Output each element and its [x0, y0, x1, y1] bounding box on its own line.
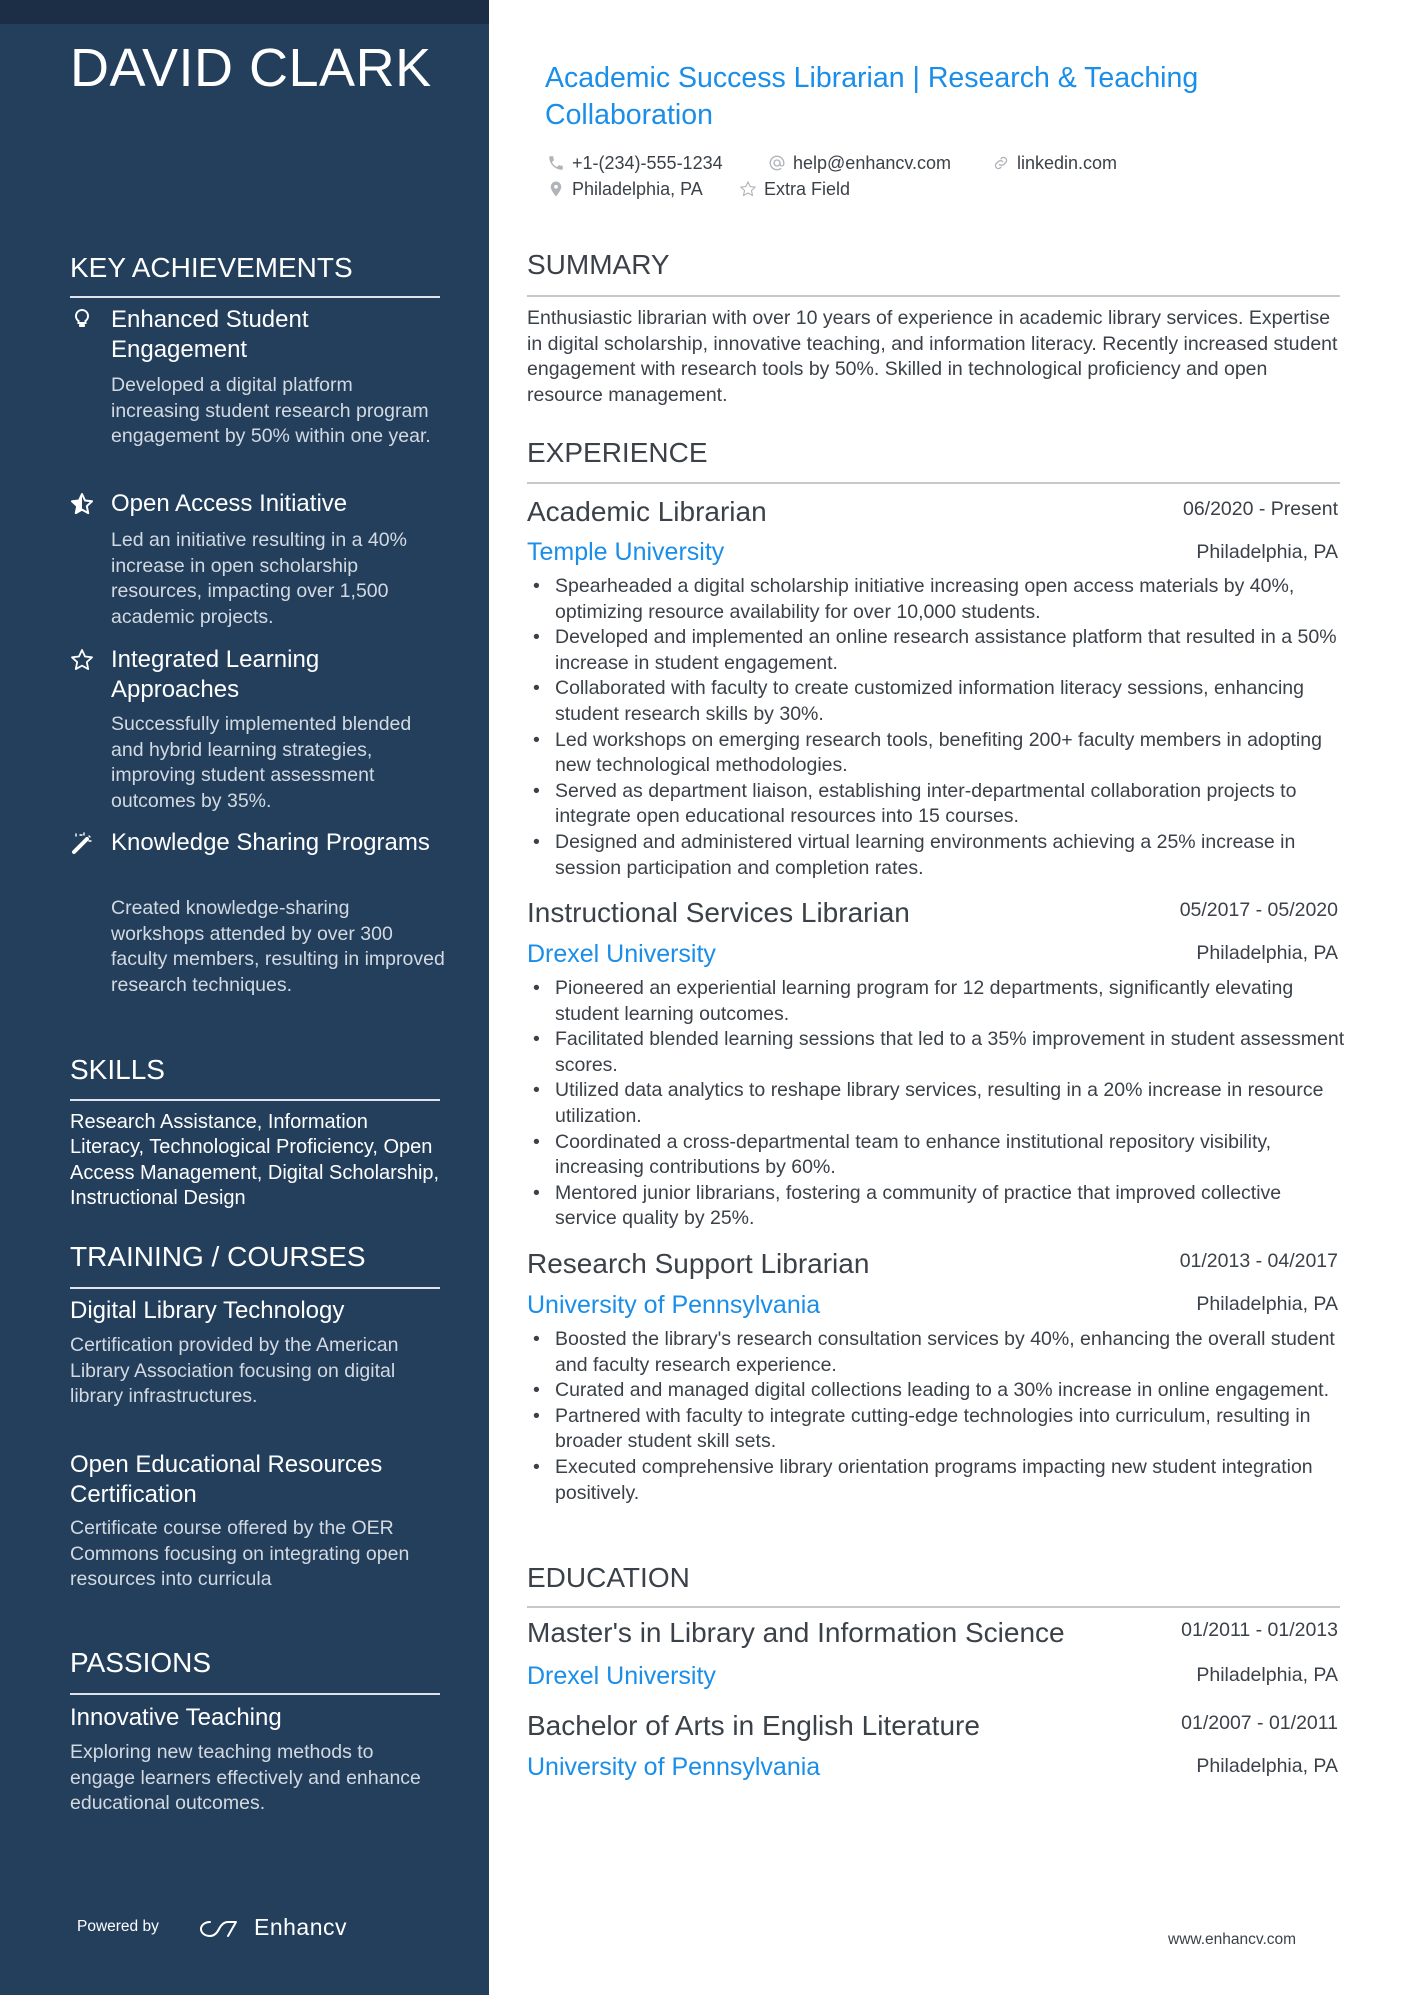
passion-description: Exploring new teaching methods to engage… [70, 1741, 421, 1814]
bullet-item: Mentored junior librarians, fostering a … [527, 1181, 1347, 1232]
star-outline-icon [71, 649, 93, 670]
job-location: Philadelphia, PA [1196, 942, 1338, 964]
achievement-title: Enhanced Student Engagement [111, 306, 309, 363]
bullet-item: Curated and managed digital collections … [527, 1378, 1347, 1404]
section-divider [527, 1606, 1340, 1608]
passions-heading: PASSIONS [70, 1647, 212, 1678]
contact-location: Philadelphia, PA [547, 177, 703, 201]
bullet-item: Developed and implemented an online rese… [527, 625, 1347, 676]
bullet-item: Collaborated with faculty to create cust… [527, 676, 1347, 727]
school-location: Philadelphia, PA [1196, 1755, 1338, 1777]
degree-title: Master's in Library and Information Scie… [527, 1617, 1065, 1648]
powered-by-label: Powered by [77, 1918, 159, 1935]
achievement-description: Created knowledge-sharing workshops atte… [111, 897, 445, 997]
degree-dates: 01/2007 - 01/2011 [1181, 1712, 1338, 1734]
magic-wand-icon [72, 832, 92, 854]
summary-heading: SUMMARY [527, 249, 670, 280]
achievement-description: Successfully implemented blended and hyb… [111, 713, 412, 813]
location-pin-icon [550, 181, 562, 197]
section-divider [70, 1099, 440, 1101]
contact-linkedin[interactable]: linkedin.com [992, 151, 1117, 175]
achievement-title: Knowledge Sharing Programs [111, 829, 430, 856]
job-bullets: Boosted the library's research consultat… [527, 1327, 1347, 1506]
lightbulb-icon [74, 308, 90, 327]
job-organization[interactable]: Drexel University [527, 939, 716, 969]
bullet-item: Executed comprehensive library orientati… [527, 1455, 1347, 1506]
summary-text: Enthusiastic librarian with over 10 year… [527, 307, 1338, 406]
course-description: Certificate course offered by the OER Co… [70, 1517, 410, 1590]
achievement-title: Integrated Learning Approaches [111, 646, 320, 703]
at-icon [769, 155, 785, 171]
job-headline: Academic Success Librarian | Research & … [545, 62, 1199, 131]
top-bar [0, 0, 489, 24]
phone-text: +1-(234)-555-1234 [572, 153, 723, 173]
job-bullets: Pioneered an experiential learning progr… [527, 976, 1347, 1232]
job-dates: 05/2017 - 05/2020 [1179, 899, 1338, 921]
key-achievements-heading: KEY ACHIEVEMENTS [70, 252, 353, 283]
achievement-description: Developed a digital platform increasing … [111, 374, 431, 448]
course-title: Open Educational Resources Certification [70, 1451, 383, 1508]
location-text: Philadelphia, PA [572, 179, 703, 199]
experience-heading: EXPERIENCE [527, 437, 708, 468]
linkedin-text: linkedin.com [1017, 153, 1118, 173]
job-organization[interactable]: Temple University [527, 537, 724, 567]
achievement-description: Led an initiative resulting in a 40% inc… [111, 529, 407, 629]
skills-heading: SKILLS [70, 1054, 165, 1085]
contact-extra: Extra Field [739, 177, 850, 201]
bullet-item: Facilitated blended learning sessions th… [527, 1027, 1347, 1078]
extra-field-text: Extra Field [764, 179, 851, 199]
section-divider [527, 482, 1340, 484]
job-location: Philadelphia, PA [1196, 541, 1338, 563]
link-icon [994, 156, 1008, 170]
job-bullets: Spearheaded a digital scholarship initia… [527, 574, 1347, 881]
job-title: Research Support Librarian [527, 1248, 870, 1279]
passion-title: Innovative Teaching [70, 1704, 282, 1731]
enhancv-logo-icon [200, 1921, 237, 1937]
star-icon [740, 181, 756, 197]
phone-icon [549, 156, 563, 170]
contact-email[interactable]: help@enhancv.com [768, 151, 951, 175]
job-dates: 01/2013 - 04/2017 [1179, 1250, 1338, 1272]
section-divider [70, 1287, 440, 1289]
bullet-item: Coordinated a cross-departmental team to… [527, 1130, 1347, 1181]
skills-list: Research Assistance, Information Literac… [70, 1111, 440, 1209]
school-name[interactable]: University of Pennsylvania [527, 1752, 820, 1782]
email-text: help@enhancv.com [793, 153, 952, 173]
bullet-item: Boosted the library's research consultat… [527, 1327, 1347, 1378]
school-location: Philadelphia, PA [1196, 1664, 1338, 1686]
footer-url[interactable]: www.enhancv.com [1168, 1931, 1296, 1949]
achievement-title: Open Access Initiative [111, 490, 348, 517]
section-divider [527, 295, 1340, 297]
job-title: Instructional Services Librarian [527, 897, 910, 928]
bullet-item: Partnered with faculty to integrate cutt… [527, 1404, 1347, 1455]
job-organization[interactable]: University of Pennsylvania [527, 1290, 820, 1320]
job-dates: 06/2020 - Present [1182, 498, 1338, 520]
job-title: Academic Librarian [527, 496, 767, 527]
candidate-name: DAVID CLARK [70, 38, 432, 98]
bullet-item: Pioneered an experiential learning progr… [527, 976, 1347, 1027]
bullet-item: Served as department liaison, establishi… [527, 779, 1347, 830]
training-heading: TRAINING / COURSES [70, 1241, 366, 1272]
star-half-icon [71, 493, 93, 515]
degree-dates: 01/2011 - 01/2013 [1181, 1619, 1338, 1641]
bullet-item: Utilized data analytics to reshape libra… [527, 1078, 1347, 1129]
bullet-item: Designed and administered virtual learni… [527, 830, 1347, 881]
bullet-item: Spearheaded a digital scholarship initia… [527, 574, 1347, 625]
education-heading: EDUCATION [527, 1562, 690, 1593]
course-title: Digital Library Technology [70, 1297, 345, 1324]
school-name[interactable]: Drexel University [527, 1661, 716, 1691]
section-divider [70, 296, 440, 298]
course-description: Certification provided by the American L… [70, 1334, 399, 1407]
enhancv-brand[interactable]: Enhancv [254, 1914, 347, 1941]
section-divider [70, 1693, 440, 1695]
degree-title: Bachelor of Arts in English Literature [527, 1710, 980, 1741]
bullet-item: Led workshops on emerging research tools… [527, 728, 1347, 779]
job-location: Philadelphia, PA [1196, 1293, 1338, 1315]
contact-phone[interactable]: +1-(234)-555-1234 [547, 151, 723, 175]
